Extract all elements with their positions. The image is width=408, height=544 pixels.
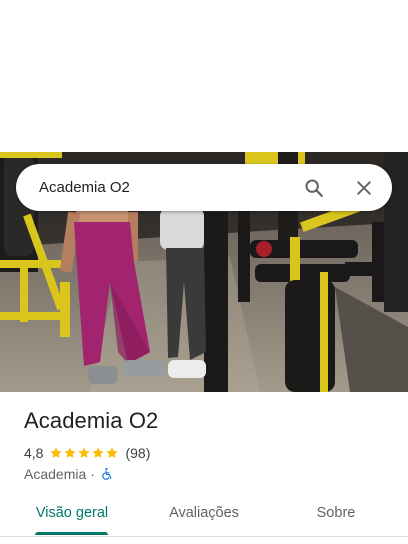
- tab-reviews[interactable]: Avaliações: [154, 496, 254, 534]
- rating-row[interactable]: 4,8 (98): [24, 443, 150, 463]
- search-button[interactable]: [294, 168, 334, 208]
- place-tabs: Visão geral Avaliações Sobre: [0, 496, 408, 537]
- place-title: Academia O2: [24, 408, 159, 433]
- star-icon: [106, 447, 119, 458]
- close-icon: [357, 180, 371, 195]
- search-bar[interactable]: Academia O2: [16, 164, 392, 211]
- review-count[interactable]: (98): [125, 445, 150, 461]
- close-button[interactable]: [344, 168, 384, 208]
- separator: ·: [90, 466, 95, 482]
- star-icon: [78, 447, 91, 458]
- search-icon: [305, 178, 323, 197]
- star-icon: [92, 447, 105, 458]
- wheelchair-accessible-icon: [102, 467, 112, 480]
- star-icon: [64, 447, 77, 458]
- tab-overview[interactable]: Visão geral: [22, 496, 122, 534]
- rating-stars: [49, 446, 119, 460]
- place-category: Academia: [24, 466, 87, 482]
- tab-about[interactable]: Sobre: [296, 496, 376, 534]
- rating-value: 4,8: [24, 445, 44, 461]
- search-query[interactable]: Academia O2: [39, 179, 294, 196]
- star-icon: [50, 447, 63, 458]
- category-row: Academia ·: [24, 464, 114, 484]
- active-tab-indicator: [35, 532, 108, 535]
